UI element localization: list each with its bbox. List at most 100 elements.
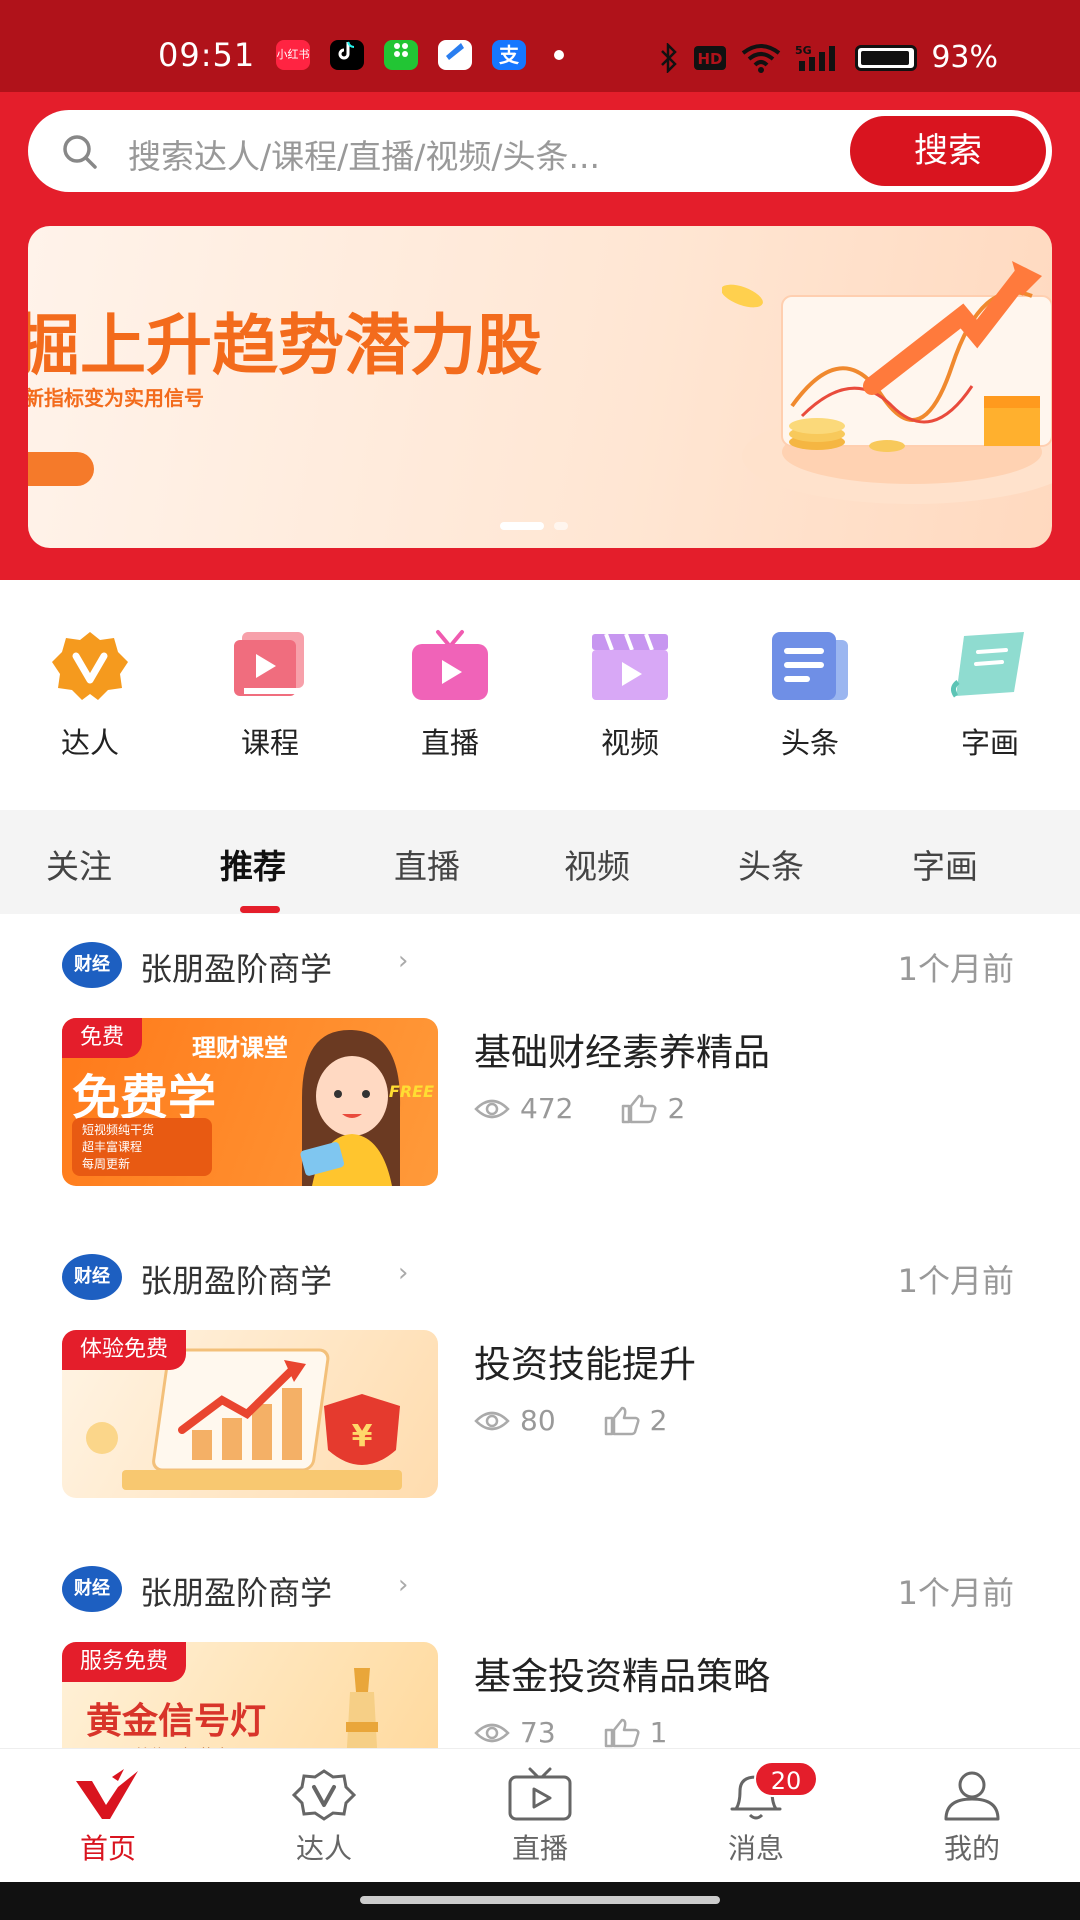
view-count: 472 xyxy=(520,1092,574,1125)
category-daren[interactable]: 达人 xyxy=(20,628,160,762)
content-feed: 财经 张朋盈阶商学 › 1个月前 理财课堂 免费学 短视频纯干货 超丰富课程 每… xyxy=(0,914,1080,1750)
banner-pagination xyxy=(500,522,568,530)
author-logo[interactable]: 财经 xyxy=(62,1566,122,1612)
category-news[interactable]: 头条 xyxy=(740,628,880,762)
tab-painting[interactable]: 字画 xyxy=(912,840,978,888)
search-input[interactable]: 搜索达人/课程/直播/视频/头条... xyxy=(128,130,600,178)
video-clapper-icon xyxy=(592,633,668,700)
browser-icon xyxy=(438,40,472,70)
page-dot-active xyxy=(500,522,544,530)
thumbs-up-icon xyxy=(604,1718,640,1747)
item-title[interactable]: 投资技能提升 xyxy=(474,1334,696,1388)
svg-text:5G: 5G xyxy=(795,44,812,57)
girl-illustration xyxy=(300,1029,401,1186)
eye-icon xyxy=(474,1099,510,1118)
post-time: 1个月前 xyxy=(897,1574,1014,1612)
post-time: 1个月前 xyxy=(897,950,1014,988)
item-title[interactable]: 基础财经素养精品 xyxy=(474,1022,770,1076)
nav-messages[interactable]: 20 消息 xyxy=(696,1761,818,1867)
service-free-badge: 服务免费 xyxy=(62,1642,187,1682)
signal-5g-icon: 5G xyxy=(795,44,836,71)
category-painting[interactable]: 字画 xyxy=(920,628,1060,762)
author-logo[interactable]: 财经 xyxy=(62,942,122,988)
tab-live[interactable]: 直播 xyxy=(394,840,460,888)
chevron-right-icon: › xyxy=(398,1570,409,1600)
item-title[interactable]: 基金投资精品策略 xyxy=(474,1646,770,1700)
thumbs-up-icon xyxy=(622,1094,657,1123)
category-live[interactable]: 直播 xyxy=(380,628,520,762)
scroll-icon xyxy=(950,632,1024,698)
item-stats: 73 1 xyxy=(474,1716,667,1749)
promo-banner[interactable]: 掘上升趋势潜力股 新指标变为实用信号 xyxy=(28,226,1052,548)
category-grid: 达人 课程 直播 视频 头条 字画 xyxy=(0,628,1080,762)
tab-recommend[interactable]: 推荐 xyxy=(220,840,286,888)
svg-text:HD: HD xyxy=(698,50,723,68)
course-icon xyxy=(234,632,304,696)
course-thumbnail[interactable]: 黄金信号灯 一跟着信号投黄金 服务免费 xyxy=(62,1642,438,1750)
nav-profile[interactable]: 我的 xyxy=(912,1767,1032,1867)
author-name[interactable]: 张朋盈阶商学 xyxy=(140,944,332,990)
status-time: 09:51 xyxy=(158,36,256,74)
banner-subtitle: 新指标变为实用信号 xyxy=(28,386,204,410)
tab-follow[interactable]: 关注 xyxy=(46,840,112,888)
rising-chart-illustration xyxy=(722,261,1052,504)
wechat-mini-icon xyxy=(384,40,418,70)
search-bar[interactable]: 搜索达人/课程/直播/视频/头条... 搜索 xyxy=(28,110,1052,192)
eye-icon xyxy=(474,1723,510,1742)
feed-item[interactable]: 财经 张朋盈阶商学 › 1个月前 黄金信号灯 一跟着信号投黄金 服务免费 基金投… xyxy=(0,1538,1080,1750)
post-time: 1个月前 xyxy=(897,1262,1014,1300)
category-video[interactable]: 视频 xyxy=(560,628,700,762)
like-count: 2 xyxy=(667,1092,686,1125)
chevron-right-icon: › xyxy=(398,1258,409,1288)
banner-cta[interactable] xyxy=(28,452,94,486)
feed-tabs: 关注 推荐 直播 视频 头条 字画 xyxy=(0,810,1080,914)
free-trial-badge: 体验免费 xyxy=(62,1330,187,1370)
course-thumbnail[interactable]: 理财课堂 免费学 短视频纯干货 超丰富课程 每周更新 FREE 免费 xyxy=(62,1018,438,1186)
status-bar: 09:51 小红书 支 HD 5G 93% xyxy=(0,0,1080,92)
search-button[interactable]: 搜索 xyxy=(850,116,1046,186)
nav-live[interactable]: 直播 xyxy=(480,1767,600,1867)
svg-text:¥: ¥ xyxy=(352,1419,373,1454)
like-count: 1 xyxy=(649,1716,668,1749)
more-notifications-dot xyxy=(554,50,564,60)
unread-badge: 20 xyxy=(754,1761,818,1797)
news-icon xyxy=(772,632,848,700)
nav-daren[interactable]: 达人 xyxy=(264,1767,384,1867)
tab-news[interactable]: 头条 xyxy=(738,840,804,888)
tab-video[interactable]: 视频 xyxy=(564,840,630,888)
item-stats: 472 2 xyxy=(474,1092,685,1125)
system-nav-bar xyxy=(0,1882,1080,1920)
wifi-icon xyxy=(742,43,781,73)
battery-percent: 93% xyxy=(931,40,998,75)
home-indicator[interactable] xyxy=(360,1896,720,1904)
status-right: HD 5G 93% xyxy=(659,40,998,75)
user-icon xyxy=(944,1771,1000,1821)
feed-item[interactable]: 财经 张朋盈阶商学 › 1个月前 ¥ 体验免费 投资技能提升 80 2 xyxy=(0,1226,1080,1538)
author-logo[interactable]: 财经 xyxy=(62,1254,122,1300)
live-tv-icon xyxy=(412,630,488,700)
view-count: 80 xyxy=(520,1404,556,1437)
category-course[interactable]: 课程 xyxy=(200,628,340,762)
page-dot xyxy=(554,522,568,530)
author-name[interactable]: 张朋盈阶商学 xyxy=(140,1568,332,1614)
banner-title: 掘上升趋势潜力股 xyxy=(28,307,542,384)
battery-icon xyxy=(855,44,918,71)
badge-v-outline-icon xyxy=(291,1769,357,1821)
bottom-navigation: 首页 达人 直播 20 消息 我的 xyxy=(0,1748,1080,1882)
search-icon xyxy=(63,135,97,169)
alipay-icon: 支 xyxy=(492,40,526,70)
tiktok-icon xyxy=(330,40,364,70)
like-count: 2 xyxy=(649,1404,668,1437)
active-tab-indicator xyxy=(240,906,280,913)
item-stats: 80 2 xyxy=(474,1404,667,1437)
lighthouse-icon xyxy=(346,1668,378,1750)
feed-item[interactable]: 财经 张朋盈阶商学 › 1个月前 理财课堂 免费学 短视频纯干货 超丰富课程 每… xyxy=(0,914,1080,1226)
eye-icon xyxy=(474,1411,510,1430)
nav-home[interactable]: 首页 xyxy=(48,1767,168,1867)
free-badge: 免费 xyxy=(62,1018,143,1058)
view-count: 73 xyxy=(520,1716,556,1749)
course-thumbnail[interactable]: ¥ 体验免费 xyxy=(62,1330,438,1498)
badge-v-icon xyxy=(52,632,128,700)
author-name[interactable]: 张朋盈阶商学 xyxy=(140,1256,332,1302)
hd-icon: HD xyxy=(694,45,727,70)
